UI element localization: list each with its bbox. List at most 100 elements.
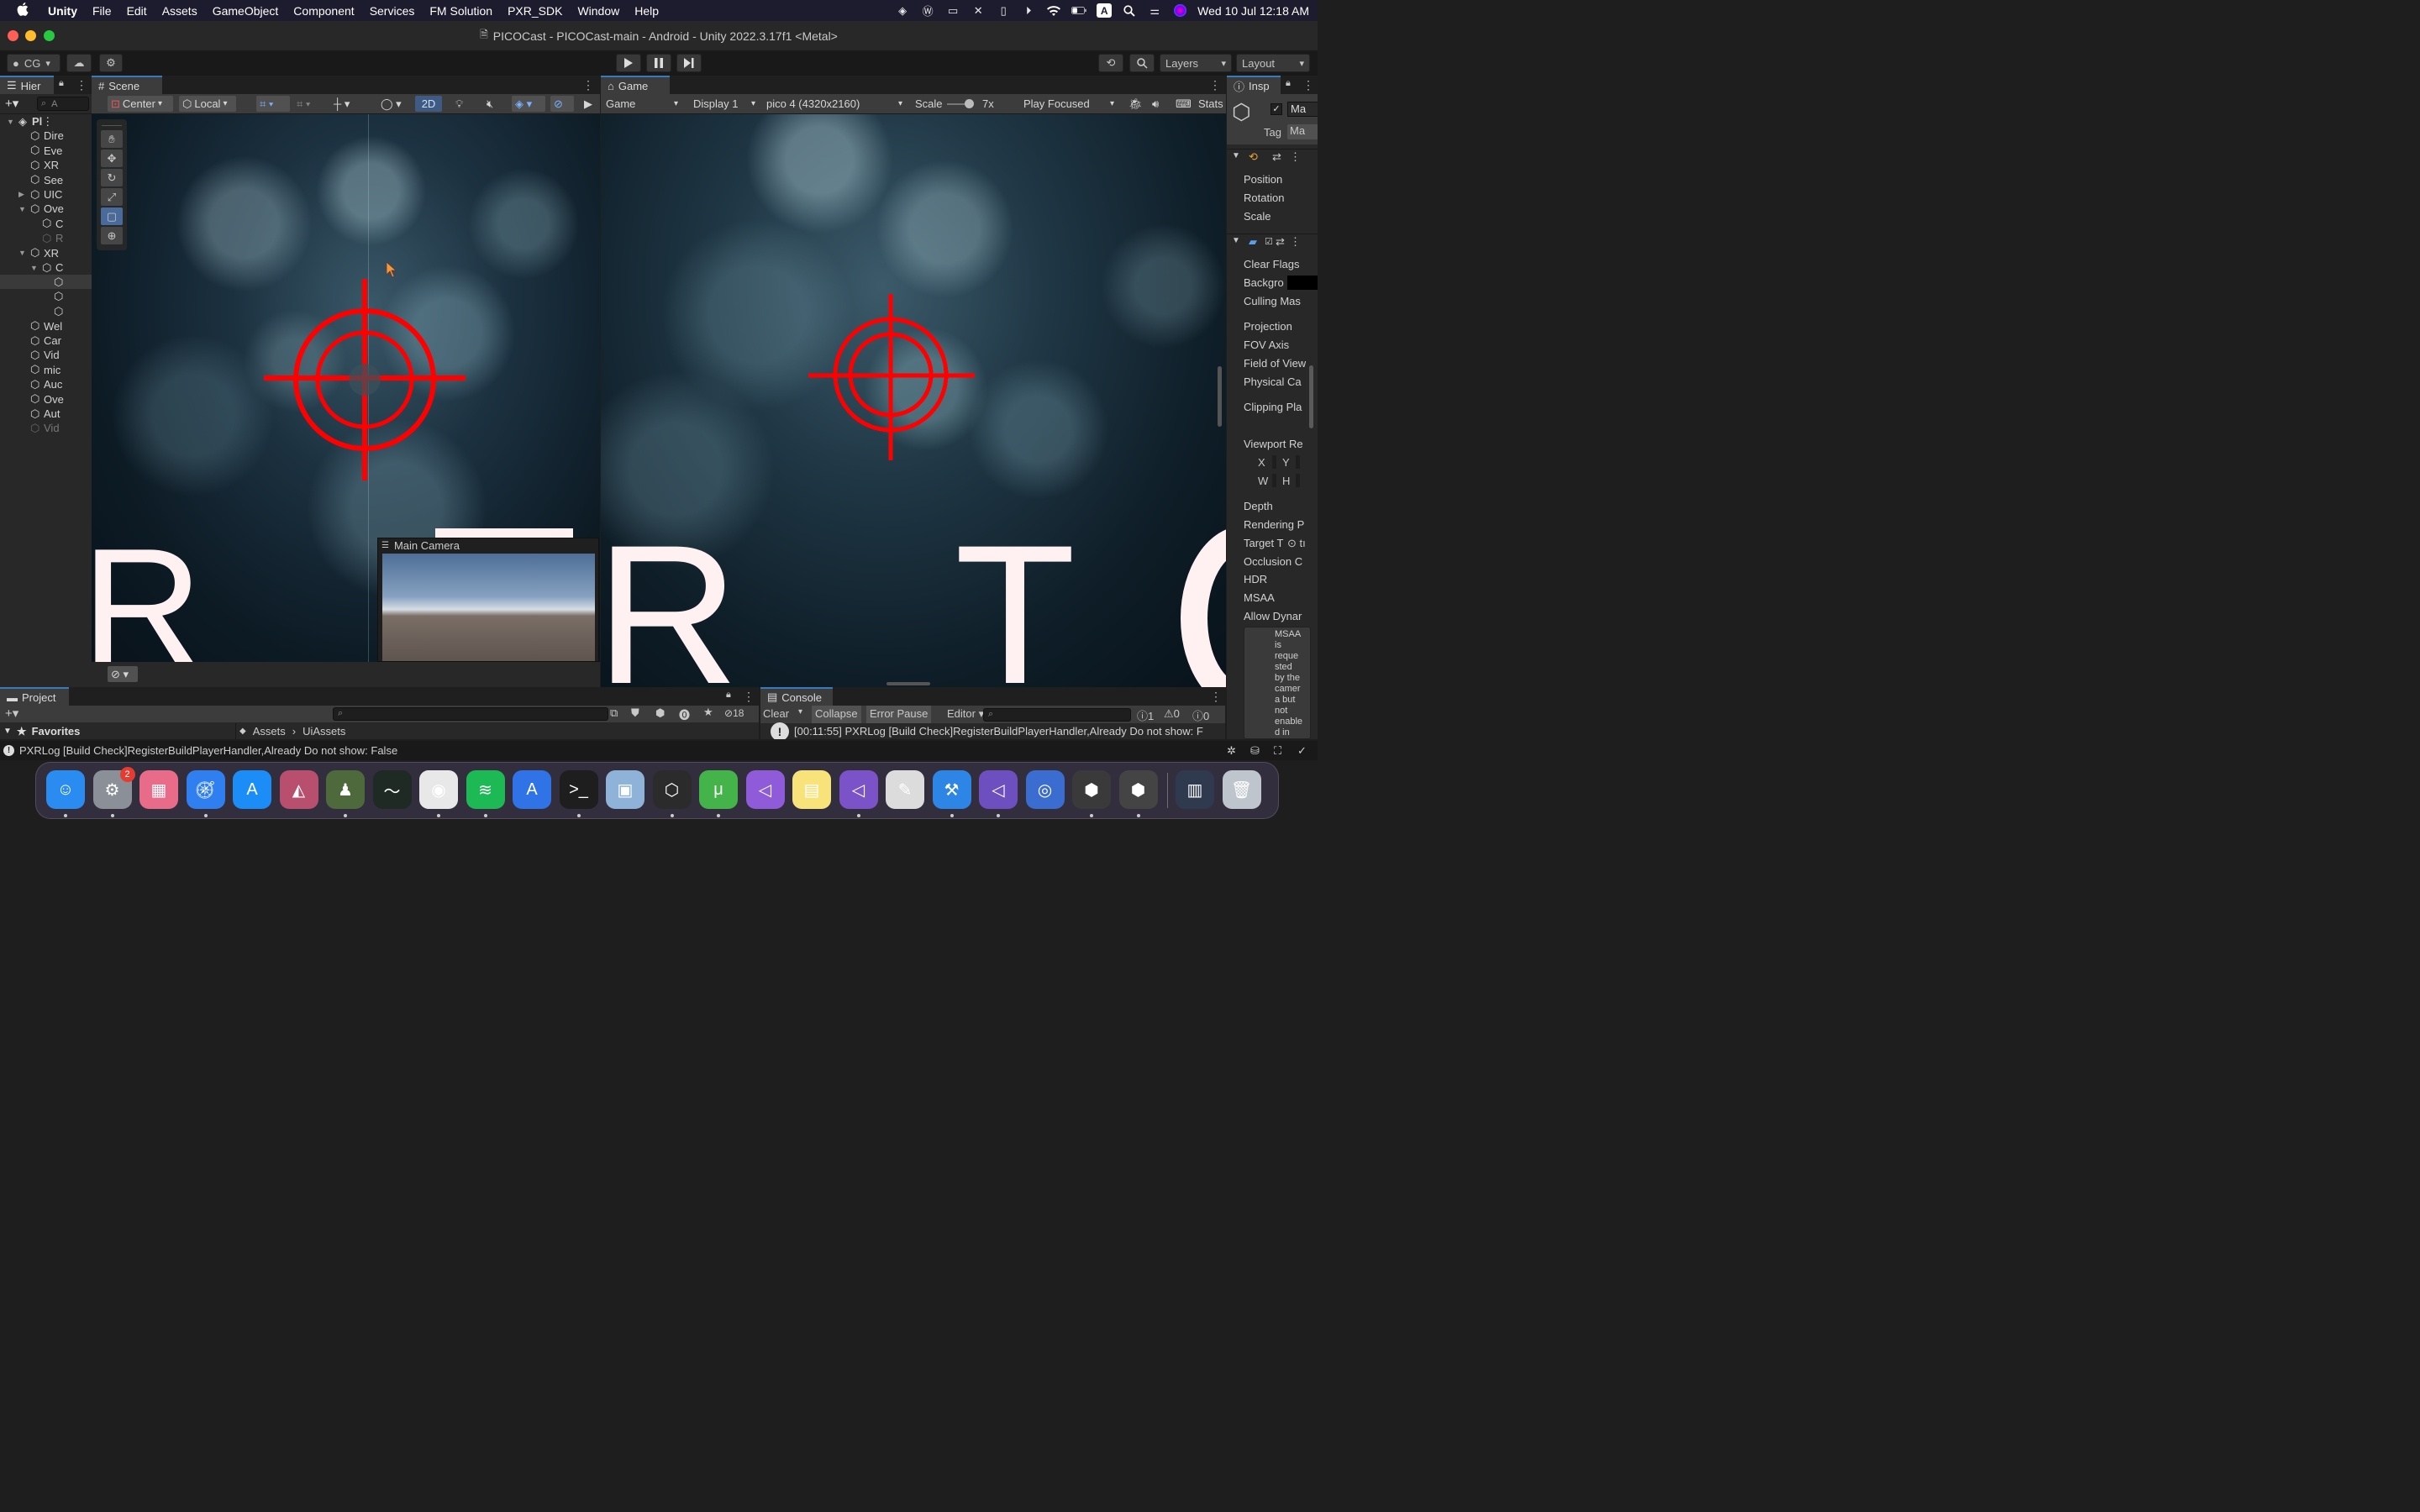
menu-fm-solution[interactable]: FM Solution xyxy=(422,4,500,18)
chrome-icon[interactable]: ◉ xyxy=(419,770,458,809)
camera-settings-button[interactable]: ▶ xyxy=(581,96,597,112)
warning-count[interactable]: ⚠0 xyxy=(1164,707,1180,721)
terminal-icon[interactable]: >_ xyxy=(559,770,598,809)
game-h-scrollbar[interactable] xyxy=(886,682,930,685)
bug-icon[interactable]: 🐞︎ xyxy=(1125,96,1146,112)
menu-edit[interactable]: Edit xyxy=(119,4,155,18)
hierarchy-row[interactable]: ⬡ Wel xyxy=(0,319,92,333)
overlay-menu-button[interactable]: ⊘ ▾ xyxy=(108,666,138,682)
hierarchy-menu-icon[interactable]: ⋮ xyxy=(76,78,87,92)
game-scrollbar[interactable] xyxy=(1218,366,1222,427)
collapse-arrow-icon[interactable]: ▶ xyxy=(18,190,30,199)
hierarchy-tab[interactable]: ☰ Hier xyxy=(0,76,54,94)
pause-button[interactable] xyxy=(646,54,671,72)
camera-menu-icon[interactable]: ⋮ xyxy=(1290,235,1301,249)
battery-icon[interactable] xyxy=(1071,4,1086,18)
display-icon[interactable]: ▭ xyxy=(945,4,960,18)
breadcrumb-assets[interactable]: Assets xyxy=(253,725,286,738)
hierarchy-row[interactable]: ⬡ Car xyxy=(0,333,92,348)
object-name-field[interactable]: Ma xyxy=(1287,102,1318,117)
bluetooth-off-icon[interactable]: ✕ xyxy=(971,4,986,18)
menu-unity[interactable]: Unity xyxy=(40,4,85,18)
display-dropdown[interactable]: Display 1 ▾ xyxy=(690,96,759,112)
hierarchy-row[interactable]: ⬡ Dire xyxy=(0,129,92,143)
unity-hub-icon[interactable]: ⬡ xyxy=(652,770,692,809)
pivot-dropdown[interactable]: ⊡ Center ▾ xyxy=(108,96,173,112)
hierarchy-row[interactable]: ▼ ⬡ XR xyxy=(0,246,92,260)
expand-arrow-icon[interactable]: ▼ xyxy=(18,249,30,257)
lock-icon[interactable]: 🔒︎ xyxy=(59,78,64,89)
viewport-w-field[interactable] xyxy=(1272,474,1276,487)
menu-help[interactable]: Help xyxy=(627,4,666,18)
expand-arrow-icon[interactable]: ▼ xyxy=(30,264,42,272)
console-tab[interactable]: ▤ Console xyxy=(760,687,833,706)
finder-window-icon[interactable]: ▥ xyxy=(1176,770,1214,809)
active-checkbox[interactable]: ✓ xyxy=(1270,103,1282,115)
hierarchy-row[interactable]: ⬡ xyxy=(0,275,92,290)
scale-tool-icon[interactable]: ⤢ xyxy=(101,188,123,206)
stats-button[interactable]: Stats xyxy=(1195,96,1226,112)
history-button[interactable]: ⟲ xyxy=(1098,54,1123,72)
textedit-icon[interactable]: ✎ xyxy=(886,770,924,809)
layers-dropdown[interactable]: Layers xyxy=(1160,54,1232,72)
affinity-icon[interactable]: ◭ xyxy=(279,770,318,809)
menu-file[interactable]: File xyxy=(85,4,119,18)
clear-options-dropdown[interactable]: ▾ xyxy=(798,707,802,717)
play-status-icon[interactable]: ⏵ xyxy=(1021,4,1036,18)
layout-dropdown[interactable]: Layout xyxy=(1236,54,1310,72)
hierarchy-row[interactable]: ⬡ R xyxy=(0,231,92,245)
notes-icon[interactable]: ▤ xyxy=(792,770,831,809)
background-color-swatch[interactable] xyxy=(1287,276,1318,290)
control-center-icon[interactable]: ⚌ xyxy=(1147,4,1162,18)
favorites-row[interactable]: ▼ ★ Favorites xyxy=(0,723,235,739)
hierarchy-row[interactable]: ⬡ Aut xyxy=(0,407,92,421)
scene-menu-icon[interactable]: ⋮ xyxy=(582,78,594,92)
close-window-button[interactable] xyxy=(8,30,18,41)
account-dropdown[interactable]: ● CG xyxy=(7,54,60,72)
game-view-dropdown[interactable]: Game ▾ xyxy=(602,96,681,112)
scene-tab[interactable]: # Scene xyxy=(92,76,162,94)
mute-audio-icon[interactable]: 🔊︎ xyxy=(1149,96,1162,112)
status-network-icon[interactable]: ⛶ xyxy=(1274,744,1281,758)
xcode-instruments-icon[interactable]: A xyxy=(513,770,551,809)
effects-dropdown[interactable]: ◈ ▾ xyxy=(512,96,545,112)
editor-dropdown[interactable]: Editor ▾ xyxy=(947,707,984,721)
hand-tool-icon[interactable]: ✋︎ xyxy=(101,130,123,148)
hierarchy-row[interactable]: ⬡ xyxy=(0,290,92,304)
search-button[interactable] xyxy=(1129,54,1155,72)
search-by-label-icon[interactable]: ⛊ xyxy=(631,706,639,720)
project-add-button[interactable]: +▾ xyxy=(5,706,18,721)
hierarchy-row[interactable]: ⬡ Auc xyxy=(0,377,92,391)
scene-visibility-toggle[interactable]: ⊘ xyxy=(550,96,574,112)
project-tab[interactable]: ▬ Project xyxy=(0,687,69,706)
grid-visibility-toggle[interactable]: ⌗ ▾ xyxy=(293,96,325,112)
visual-studio-icon[interactable]: ◁ xyxy=(745,770,785,809)
hierarchy-row[interactable]: ⬡ Vid xyxy=(0,348,92,362)
inspector-tab[interactable]: ⓘ Insp xyxy=(1227,76,1281,94)
menu-component[interactable]: Component xyxy=(286,4,361,18)
unity-status-icon[interactable]: ◈ xyxy=(895,4,910,18)
menu-window[interactable]: Window xyxy=(570,4,627,18)
search-by-type-icon[interactable]: ⧉ xyxy=(610,706,618,720)
transform-settings-icon[interactable]: ⇄ xyxy=(1272,150,1281,164)
scale-slider[interactable] xyxy=(947,99,974,108)
visual-studio-icon-2[interactable]: ◁ xyxy=(839,770,878,809)
game-viewport[interactable]: R T xyxy=(601,114,1226,687)
increment-snap-toggle[interactable]: ┼ ▾ xyxy=(330,96,360,112)
transform-header[interactable]: ▼ ⟲ ⇄ ⋮ xyxy=(1227,149,1318,165)
hidden-count[interactable]: ⊘18 xyxy=(724,707,744,719)
status-progress-icon[interactable]: ⛁ xyxy=(1250,744,1260,758)
system-settings-icon[interactable]: ⚙ 2 xyxy=(92,767,135,809)
space-dropdown[interactable]: ⬡ Local ▾ xyxy=(179,96,236,112)
hierarchy-row[interactable]: ▼ ⬡ Ove xyxy=(0,202,92,216)
scene-menu-dots-icon[interactable]: ⋮ xyxy=(42,115,53,129)
favorite-star-icon[interactable]: ★ xyxy=(703,706,713,719)
safari-icon[interactable]: 🧭︎ xyxy=(186,770,225,809)
status-message[interactable]: PXRLog [Build Check]RegisterBuildPlayerH… xyxy=(19,744,397,757)
siri-icon[interactable] xyxy=(1172,4,1187,18)
utorrent-icon[interactable]: μ xyxy=(699,770,738,809)
viewport-x-field[interactable] xyxy=(1272,455,1276,469)
search-by-tag-icon[interactable]: ⬢ xyxy=(655,706,665,720)
menu-pxr-sdk[interactable]: PXR_SDK xyxy=(500,4,570,18)
menu-assets[interactable]: Assets xyxy=(155,4,205,18)
